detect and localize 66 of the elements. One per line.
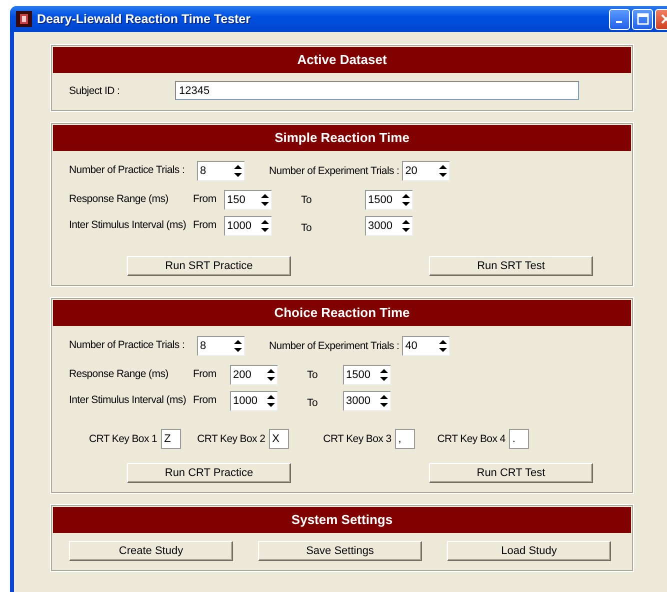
- up-down-arrows-icon[interactable]: [379, 368, 389, 382]
- run-button[interactable]: Run SRT Practice: [127, 256, 291, 276]
- maximize-button[interactable]: [632, 8, 653, 30]
- window-title: Deary-Liewald Reaction Time Tester: [37, 12, 251, 26]
- key-field[interactable]: X: [269, 429, 290, 449]
- app-icon: [16, 11, 32, 27]
- run-button[interactable]: Run CRT Test: [429, 463, 593, 483]
- up-down-arrows-icon[interactable]: [260, 219, 270, 233]
- up-down-arrows-icon[interactable]: [266, 368, 276, 382]
- run-button[interactable]: Run CRT Practice: [127, 463, 291, 483]
- spin-field[interactable]: 3000: [343, 391, 391, 411]
- key-field[interactable]: ,: [395, 429, 416, 449]
- field-label: Number of Experiment Trials :: [269, 340, 400, 352]
- field-label: Number of Practice Trials :: [69, 164, 186, 176]
- field-label: Response Range (ms): [69, 193, 170, 205]
- spin-field[interactable]: 1500: [365, 190, 413, 210]
- field-label: Inter Stimulus Interval (ms): [69, 394, 188, 406]
- to-label: To: [301, 222, 312, 234]
- from-label: From: [193, 193, 218, 205]
- spin-field[interactable]: 40: [402, 336, 450, 356]
- up-down-arrows-icon[interactable]: [379, 394, 389, 408]
- field-label: CRT Key Box 3: [323, 433, 392, 445]
- key-field[interactable]: Z: [161, 429, 182, 449]
- field-label: Number of Experiment Trials :: [269, 165, 400, 177]
- up-down-arrows-icon[interactable]: [401, 193, 411, 207]
- to-label: To: [301, 194, 312, 206]
- settings-button[interactable]: Save Settings: [258, 541, 422, 561]
- from-label: From: [193, 368, 218, 380]
- spin-field[interactable]: 8: [197, 161, 245, 181]
- spin-field[interactable]: 20: [402, 161, 450, 181]
- maximize-icon[interactable]: [636, 13, 648, 25]
- up-down-arrows-icon[interactable]: [266, 394, 276, 408]
- from-label: From: [193, 219, 218, 231]
- to-label: To: [307, 397, 318, 409]
- field-label: CRT Key Box 2: [197, 433, 266, 445]
- spin-field[interactable]: 8: [197, 336, 245, 356]
- spin-field[interactable]: 150: [224, 190, 272, 210]
- panel-header: Choice Reaction Time: [53, 300, 631, 326]
- field-label: Number of Practice Trials :: [69, 339, 186, 351]
- spin-field[interactable]: 1000: [224, 216, 272, 236]
- field-label: CRT Key Box 4: [437, 433, 506, 445]
- up-down-arrows-icon[interactable]: [233, 164, 243, 178]
- up-down-arrows-icon[interactable]: [438, 164, 448, 178]
- up-down-arrows-icon[interactable]: [260, 193, 270, 207]
- up-down-arrows-icon[interactable]: [401, 219, 411, 233]
- from-label: From: [193, 394, 218, 406]
- run-button[interactable]: Run SRT Test: [429, 256, 593, 276]
- settings-button[interactable]: Create Study: [69, 541, 233, 561]
- up-down-arrows-icon[interactable]: [438, 339, 448, 353]
- key-field[interactable]: .: [509, 429, 530, 449]
- panel-header: Active Dataset: [53, 47, 631, 73]
- up-down-arrows-icon[interactable]: [233, 339, 243, 353]
- field-label: Subject ID :: [69, 84, 121, 96]
- panel-header: System Settings: [53, 507, 631, 533]
- panel-header: Simple Reaction Time: [53, 125, 631, 151]
- spin-field[interactable]: 1000: [230, 391, 278, 411]
- spin-field[interactable]: 1500: [343, 365, 391, 385]
- settings-button[interactable]: Load Study: [447, 541, 611, 561]
- subject-id-field[interactable]: 12345: [175, 81, 579, 100]
- field-label: CRT Key Box 1: [89, 433, 158, 445]
- spin-field[interactable]: 3000: [365, 216, 413, 236]
- spin-field[interactable]: 200: [230, 365, 278, 385]
- field-label: Response Range (ms): [69, 368, 170, 380]
- field-label: Inter Stimulus Interval (ms): [69, 219, 188, 231]
- to-label: To: [307, 369, 318, 381]
- minimize-button[interactable]: [609, 8, 630, 30]
